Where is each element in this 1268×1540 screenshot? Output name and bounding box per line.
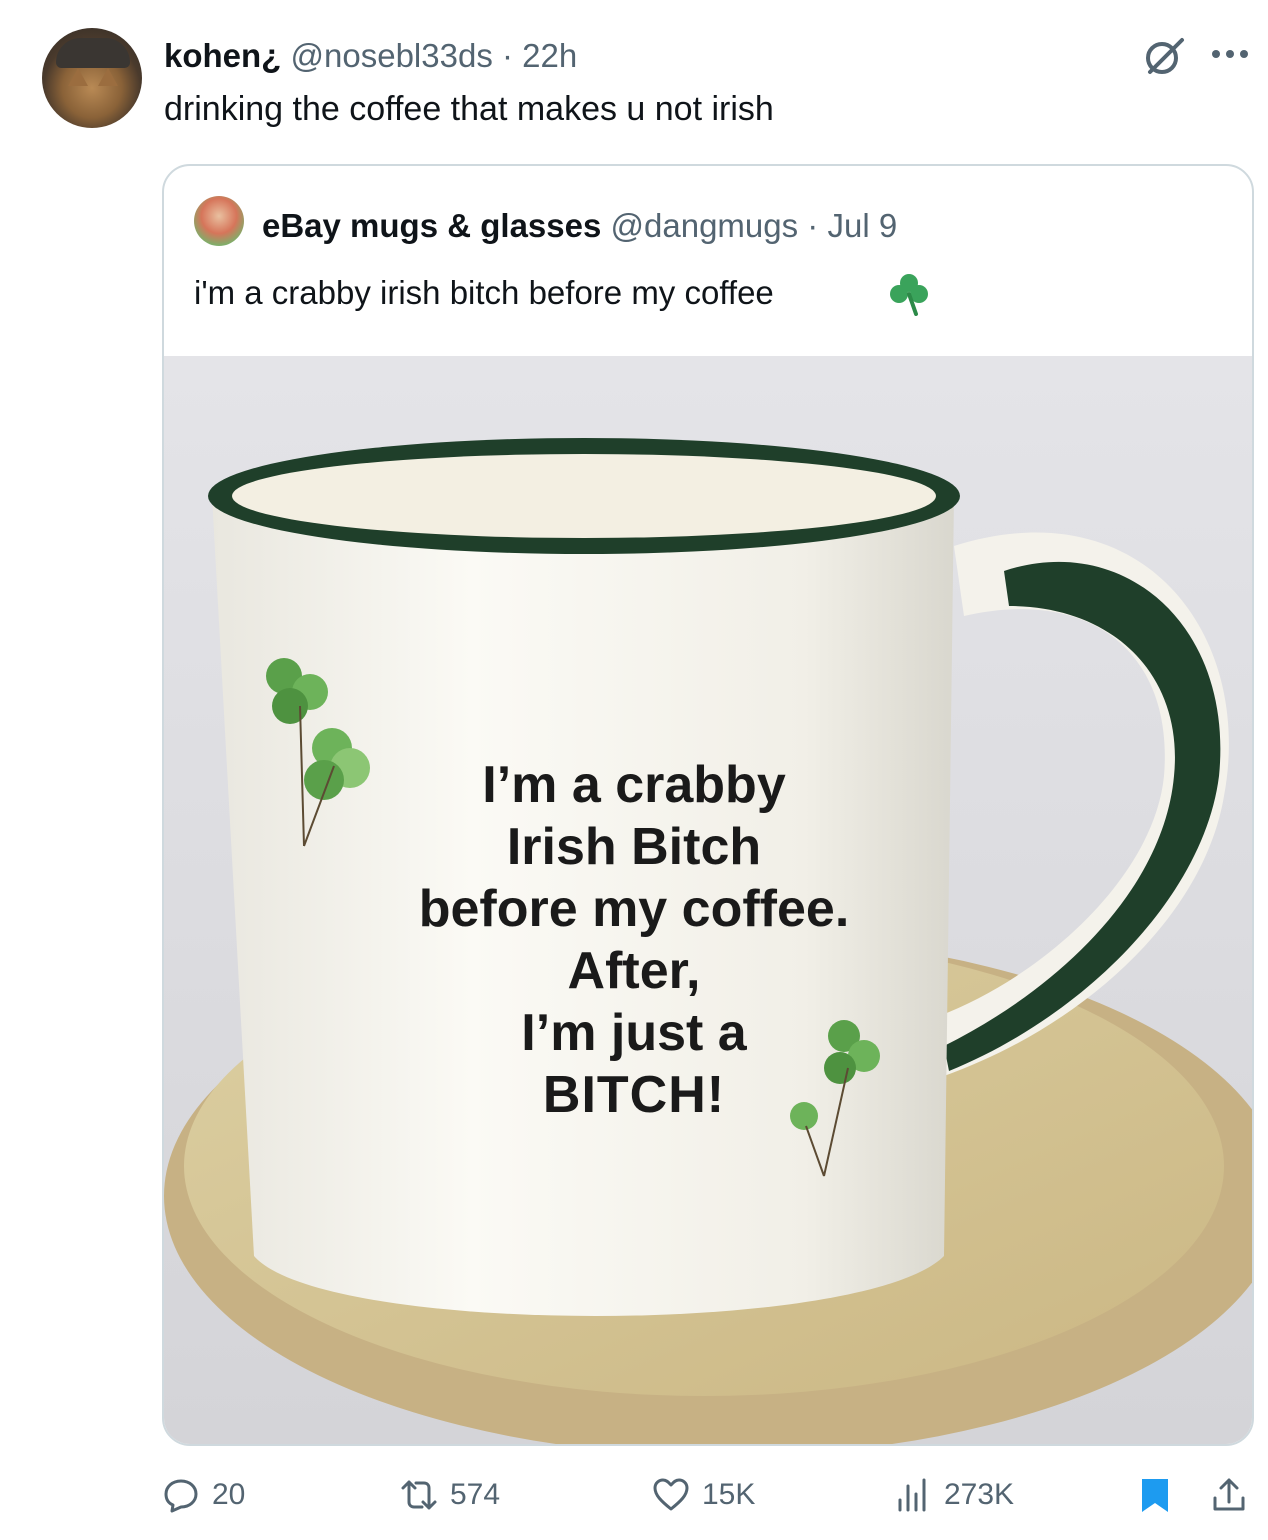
quoted-author-name[interactable]: eBay mugs & glasses [262,207,601,244]
reply-count: 20 [212,1478,246,1511]
reply-icon [164,1479,198,1513]
mug-line: Irish Bitch [506,818,762,876]
avatar[interactable] [42,28,142,128]
tweet-header: kohen¿ @nosebl33ds · 22h [164,34,577,78]
cat-ear [68,68,88,86]
author-handle[interactable]: @nosebl33ds [291,37,493,74]
reply-button[interactable]: 20 [162,1470,245,1520]
timestamp[interactable]: 22h [522,37,577,74]
shamrock-icon [890,274,928,316]
quoted-text: i'm a crabby irish bitch before my coffe… [194,274,774,311]
action-bar: 20 574 15K 273K [0,1470,1268,1520]
views-button[interactable]: 273K [894,1470,1014,1520]
bookmark-button[interactable] [1136,1470,1174,1520]
mug-line: I’m just a [521,1004,747,1062]
like-button[interactable]: 15K [652,1470,755,1520]
mug-line: before my coffee. [418,880,850,938]
share-button[interactable] [1210,1470,1248,1520]
separator: · [502,37,513,74]
views-count: 273K [944,1478,1015,1511]
mug-photo[interactable]: I’m a crabby Irish Bitch before my coffe… [164,356,1252,1444]
repost-icon [401,1480,437,1510]
mug-line: After, [567,942,701,1000]
mug-line: I’m a crabby [482,756,786,814]
mug-print: I’m a crabby Irish Bitch before my coffe… [364,754,904,1126]
tweet[interactable]: kohen¿ @nosebl33ds · 22h drinking the co… [0,0,1268,1540]
grok-icon[interactable] [1140,32,1188,80]
author-name[interactable]: kohen¿ [164,37,281,74]
like-count: 15K [702,1478,756,1511]
quoted-timestamp[interactable]: Jul 9 [827,207,897,244]
cap-shape [56,38,130,68]
quoted-header: eBay mugs & glasses @dangmugs · Jul 9 [262,204,897,248]
repost-count: 574 [450,1478,501,1511]
quoted-author-handle[interactable]: @dangmugs [611,207,799,244]
quoted-tweet[interactable]: eBay mugs & glasses @dangmugs · Jul 9 i'… [162,164,1254,1446]
cat-ear [98,68,118,86]
share-icon [1213,1478,1245,1511]
quoted-avatar[interactable] [194,196,244,246]
tweet-text: drinking the coffee that makes u not iri… [164,90,774,128]
separator: · [807,207,819,244]
views-icon [898,1478,926,1512]
bookmark-icon [1142,1479,1168,1512]
like-icon [653,1478,689,1511]
mug-inner [232,454,936,538]
mug-line: BITCH! [542,1066,726,1124]
more-icon[interactable] [1208,44,1252,64]
repost-button[interactable]: 574 [400,1470,500,1520]
